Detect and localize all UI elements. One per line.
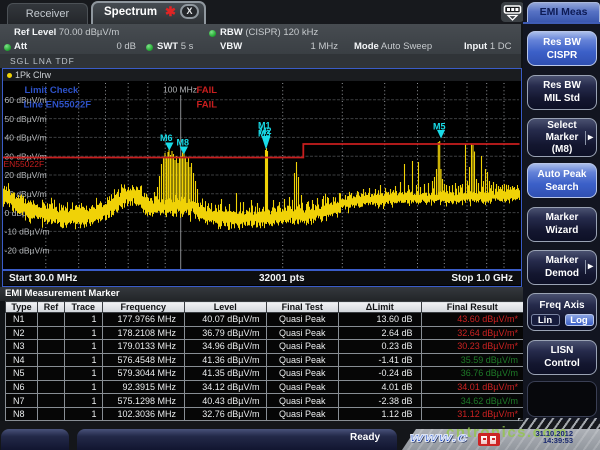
- svg-text:Limit Check: Limit Check: [25, 85, 80, 96]
- svg-text:40 dBµV/m: 40 dBµV/m: [5, 132, 47, 142]
- svg-text:50 dBµV/m: 50 dBµV/m: [5, 113, 47, 123]
- svg-text:-10 dBµV/m: -10 dBµV/m: [5, 226, 50, 236]
- svg-text:100 MHz: 100 MHz: [163, 84, 197, 94]
- svg-text:M6: M6: [160, 133, 173, 143]
- svg-text:-20 dBµV/m: -20 dBµV/m: [5, 245, 50, 255]
- svg-text:20 dBµV/m: 20 dBµV/m: [5, 170, 47, 180]
- svg-text:Line EN55022F: Line EN55022F: [24, 99, 92, 110]
- svg-text:FAIL: FAIL: [197, 85, 218, 96]
- svg-text:EN55022F: EN55022F: [4, 159, 45, 169]
- svg-text:M8: M8: [177, 137, 190, 147]
- svg-text:FAIL: FAIL: [197, 99, 218, 110]
